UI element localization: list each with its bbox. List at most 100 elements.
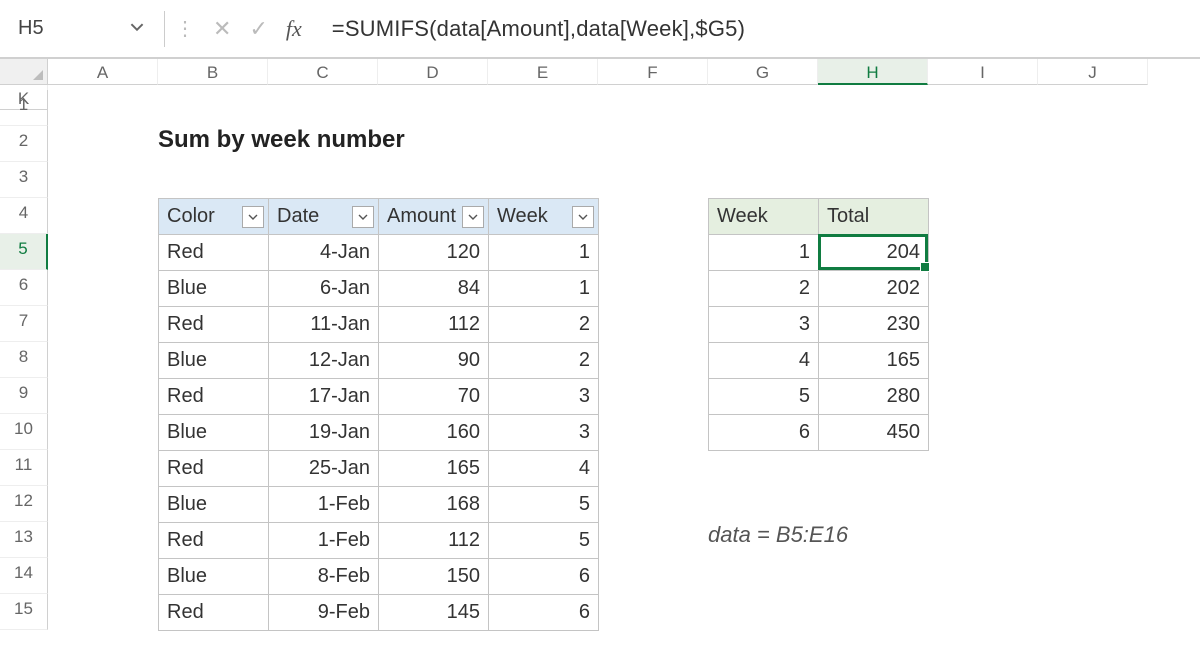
row-header-8[interactable]: 8 [0, 342, 48, 378]
sum-header-week: Week [709, 199, 819, 235]
cell-amount[interactable]: 70 [379, 379, 489, 415]
cell-total[interactable]: 204 [819, 235, 929, 271]
row-header-15[interactable]: 15 [0, 594, 48, 630]
cell-total[interactable]: 450 [819, 415, 929, 451]
cell-amount[interactable]: 90 [379, 343, 489, 379]
cancel-icon[interactable]: ✕ [213, 16, 231, 42]
row-header-10[interactable]: 10 [0, 414, 48, 450]
col-header-color[interactable]: Color [159, 199, 269, 235]
cell-amount[interactable]: 112 [379, 307, 489, 343]
col-header-week[interactable]: Week [489, 199, 599, 235]
formula-input[interactable]: =SUMIFS(data[Amount],data[Week],$G5) [302, 16, 745, 42]
col-header-E[interactable]: E [488, 59, 598, 85]
cell-week[interactable]: 4 [709, 343, 819, 379]
row-header-14[interactable]: 14 [0, 558, 48, 594]
cell-week[interactable]: 6 [489, 559, 599, 595]
col-header-G[interactable]: G [708, 59, 818, 85]
cell-color[interactable]: Red [159, 379, 269, 415]
cell-week[interactable]: 2 [489, 307, 599, 343]
cell-week[interactable]: 1 [709, 235, 819, 271]
cell-color[interactable]: Red [159, 451, 269, 487]
chevron-down-icon[interactable] [130, 17, 144, 40]
cell-total[interactable]: 202 [819, 271, 929, 307]
select-all-button[interactable] [0, 59, 48, 85]
cell-total[interactable]: 230 [819, 307, 929, 343]
cell-week[interactable]: 5 [709, 379, 819, 415]
cell-week[interactable]: 6 [709, 415, 819, 451]
col-header-C[interactable]: C [268, 59, 378, 85]
col-header-date[interactable]: Date [269, 199, 379, 235]
cell-color[interactable]: Blue [159, 343, 269, 379]
cell-color[interactable]: Red [159, 523, 269, 559]
cell-date[interactable]: 6-Jan [269, 271, 379, 307]
filter-icon[interactable] [352, 206, 374, 228]
col-header-F[interactable]: F [598, 59, 708, 85]
cell-amount[interactable]: 150 [379, 559, 489, 595]
cell-week[interactable]: 3 [489, 415, 599, 451]
fx-icon[interactable]: fx [286, 16, 302, 42]
cell-amount[interactable]: 160 [379, 415, 489, 451]
cell-date[interactable]: 19-Jan [269, 415, 379, 451]
cell-week[interactable]: 2 [709, 271, 819, 307]
row-header-1[interactable]: 1 [0, 90, 48, 126]
cell-date[interactable]: 1-Feb [269, 523, 379, 559]
cell-date[interactable]: 1-Feb [269, 487, 379, 523]
cell-amount[interactable]: 112 [379, 523, 489, 559]
cell-color[interactable]: Blue [159, 271, 269, 307]
row-header-13[interactable]: 13 [0, 522, 48, 558]
cell-color[interactable]: Blue [159, 415, 269, 451]
enter-icon[interactable]: ✓ [249, 16, 267, 42]
cell-week[interactable]: 6 [489, 595, 599, 631]
cell-week[interactable]: 5 [489, 487, 599, 523]
filter-icon[interactable] [572, 206, 594, 228]
row-header-9[interactable]: 9 [0, 378, 48, 414]
row-header-7[interactable]: 7 [0, 306, 48, 342]
cell-date[interactable]: 11-Jan [269, 307, 379, 343]
cell-week[interactable]: 1 [489, 235, 599, 271]
col-header-A[interactable]: A [48, 59, 158, 85]
cell-color[interactable]: Blue [159, 487, 269, 523]
name-box[interactable]: H5 [10, 13, 154, 44]
cell-date[interactable]: 25-Jan [269, 451, 379, 487]
filter-icon[interactable] [462, 206, 484, 228]
row-header-5[interactable]: 5 [0, 234, 48, 270]
col-header-D[interactable]: D [378, 59, 488, 85]
cell-amount[interactable]: 168 [379, 487, 489, 523]
cell-week[interactable]: 1 [489, 271, 599, 307]
cell-color[interactable]: Red [159, 307, 269, 343]
cell-week[interactable]: 4 [489, 451, 599, 487]
cell-date[interactable]: 9-Feb [269, 595, 379, 631]
cell-date[interactable]: 8-Feb [269, 559, 379, 595]
row-header-4[interactable]: 4 [0, 198, 48, 234]
row-header-11[interactable]: 11 [0, 450, 48, 486]
col-header-amount[interactable]: Amount [379, 199, 489, 235]
cell-amount[interactable]: 165 [379, 451, 489, 487]
table-row: 1204 [709, 235, 929, 271]
row-header-3[interactable]: 3 [0, 162, 48, 198]
cell-week[interactable]: 2 [489, 343, 599, 379]
cells-area[interactable]: Sum by week number Color Date Amount Wee… [48, 90, 1148, 650]
cell-total[interactable]: 280 [819, 379, 929, 415]
col-header-I[interactable]: I [928, 59, 1038, 85]
cell-amount[interactable]: 120 [379, 235, 489, 271]
row-header-6[interactable]: 6 [0, 270, 48, 306]
cell-date[interactable]: 12-Jan [269, 343, 379, 379]
cell-amount[interactable]: 145 [379, 595, 489, 631]
cell-week[interactable]: 5 [489, 523, 599, 559]
cell-amount[interactable]: 84 [379, 271, 489, 307]
cell-color[interactable]: Red [159, 235, 269, 271]
col-header-H[interactable]: H [818, 59, 928, 85]
row-header-2[interactable]: 2 [0, 126, 48, 162]
col-header-B[interactable]: B [158, 59, 268, 85]
cell-week[interactable]: 3 [489, 379, 599, 415]
cell-color[interactable]: Blue [159, 559, 269, 595]
col-header-J[interactable]: J [1038, 59, 1148, 85]
filter-icon[interactable] [242, 206, 264, 228]
cell-date[interactable]: 4-Jan [269, 235, 379, 271]
row-header-12[interactable]: 12 [0, 486, 48, 522]
cell-date[interactable]: 17-Jan [269, 379, 379, 415]
cell-week[interactable]: 3 [709, 307, 819, 343]
row-headers: 123456789101112131415 [0, 90, 48, 650]
cell-total[interactable]: 165 [819, 343, 929, 379]
cell-color[interactable]: Red [159, 595, 269, 631]
